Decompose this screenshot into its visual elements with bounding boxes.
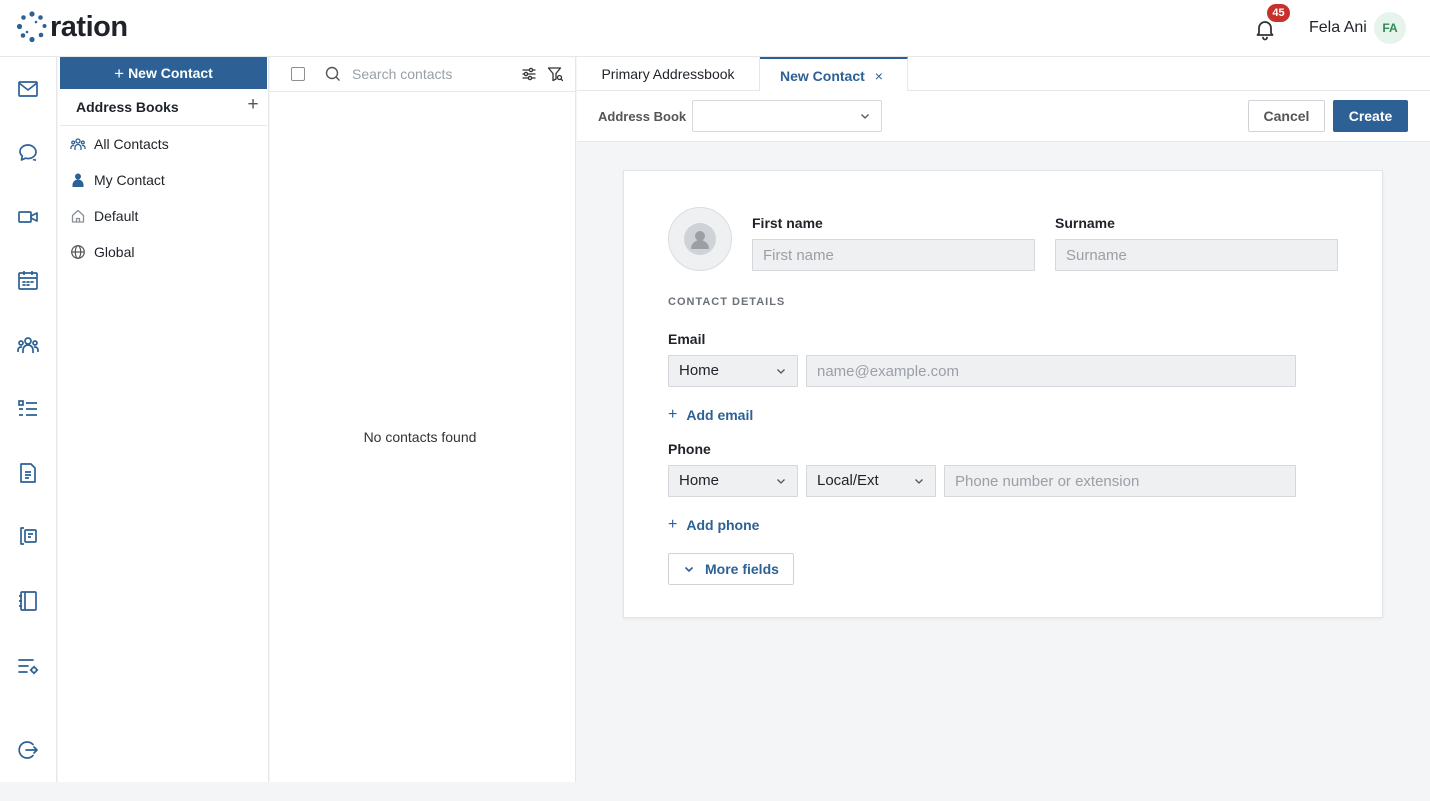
sliders-icon[interactable] bbox=[521, 66, 537, 82]
chevron-down-icon bbox=[777, 369, 785, 374]
app-rail bbox=[0, 57, 57, 782]
chevron-down-icon bbox=[861, 114, 869, 119]
address-book-item-global[interactable]: Global bbox=[60, 234, 267, 270]
phone-kind-value: Local/Ext bbox=[817, 472, 879, 489]
cancel-button[interactable]: Cancel bbox=[1248, 100, 1325, 132]
add-email-label: Add email bbox=[686, 407, 754, 423]
document-icon[interactable] bbox=[16, 461, 40, 485]
contacts-icon[interactable] bbox=[16, 333, 40, 357]
user-name[interactable]: Fela Ani bbox=[1309, 19, 1367, 37]
address-books-panel: + New Contact Address Books + All Contac… bbox=[58, 57, 269, 782]
calendar-icon[interactable] bbox=[16, 268, 40, 292]
search-icon bbox=[325, 66, 340, 81]
chevron-down-icon bbox=[684, 566, 694, 573]
empty-state-message: No contacts found bbox=[363, 429, 477, 445]
tasks-icon[interactable] bbox=[16, 397, 40, 421]
chevron-down-icon bbox=[777, 479, 785, 484]
address-book-item-all-contacts[interactable]: All Contacts bbox=[60, 126, 267, 162]
phone-kind-select[interactable]: Local/Ext bbox=[806, 465, 936, 497]
address-book-select-label: Address Book bbox=[598, 109, 687, 124]
more-fields-button[interactable]: More fields bbox=[668, 553, 794, 585]
contact-list-panel: No contacts found bbox=[270, 57, 576, 782]
chat-icon[interactable] bbox=[16, 141, 40, 165]
contact-list-toolbar bbox=[270, 57, 576, 92]
create-button[interactable]: Create bbox=[1333, 100, 1408, 132]
logout-icon[interactable] bbox=[16, 738, 40, 762]
add-email-link[interactable]: + Add email bbox=[668, 406, 753, 424]
email-field[interactable] bbox=[806, 355, 1296, 387]
globe-icon bbox=[71, 245, 85, 259]
address-books-heading: Address Books bbox=[76, 99, 179, 115]
add-phone-link[interactable]: + Add phone bbox=[668, 516, 759, 534]
close-icon[interactable]: × bbox=[875, 68, 883, 84]
address-book-label: My Contact bbox=[94, 172, 165, 188]
home-icon bbox=[71, 209, 85, 223]
new-contact-label: New Contact bbox=[128, 65, 213, 81]
phone-label: Phone bbox=[668, 441, 711, 457]
email-label: Email bbox=[668, 331, 706, 347]
surname-label: Surname bbox=[1055, 215, 1115, 231]
new-contact-button[interactable]: + New Contact bbox=[60, 57, 267, 89]
editor-toolbar: Address Book Cancel Create bbox=[577, 91, 1430, 142]
plus-icon: + bbox=[668, 406, 678, 423]
filter-icon[interactable] bbox=[547, 66, 563, 82]
email-type-value: Home bbox=[679, 362, 720, 379]
notification-badge: 45 bbox=[1267, 4, 1290, 22]
chevron-down-icon bbox=[915, 479, 923, 484]
address-book-item-my-contact[interactable]: My Contact bbox=[60, 162, 267, 198]
contact-form-card: First name Surname CONTACT DETAILS Email… bbox=[623, 170, 1383, 618]
tab-bar: Primary Addressbook New Contact × bbox=[577, 57, 1430, 92]
contact-editor-area: Primary Addressbook New Contact × Addres… bbox=[577, 57, 1430, 782]
add-address-book-icon[interactable]: + bbox=[244, 95, 262, 115]
phone-field[interactable] bbox=[944, 465, 1296, 497]
phone-type-select[interactable]: Home bbox=[668, 465, 798, 497]
sms-icon[interactable] bbox=[16, 524, 40, 548]
logo[interactable]: ration bbox=[16, 11, 128, 43]
first-name-label: First name bbox=[752, 215, 823, 231]
address-book-select[interactable] bbox=[692, 100, 882, 132]
notebook-icon[interactable] bbox=[16, 589, 40, 613]
plus-icon: + bbox=[114, 63, 125, 83]
tab-label: Primary Addressbook bbox=[601, 66, 735, 82]
address-book-label: All Contacts bbox=[94, 136, 169, 152]
first-name-field[interactable] bbox=[752, 239, 1035, 271]
contact-details-heading: CONTACT DETAILS bbox=[668, 296, 786, 308]
tab-primary-addressbook[interactable]: Primary Addressbook bbox=[577, 57, 760, 91]
search-input[interactable] bbox=[352, 63, 502, 85]
add-phone-label: Add phone bbox=[686, 517, 760, 533]
logo-mark-icon bbox=[16, 11, 47, 43]
address-book-item-default[interactable]: Default bbox=[60, 198, 267, 234]
person-placeholder-icon bbox=[684, 223, 716, 255]
settings-list-icon[interactable] bbox=[16, 654, 40, 678]
bottom-strip bbox=[0, 782, 1430, 801]
mail-icon[interactable] bbox=[16, 77, 40, 101]
person-icon bbox=[72, 173, 84, 187]
top-header: ration 45 Fela Ani FA bbox=[0, 0, 1430, 57]
contact-photo-placeholder[interactable] bbox=[668, 207, 732, 271]
more-fields-label: More fields bbox=[705, 561, 779, 577]
address-book-label: Default bbox=[94, 208, 139, 224]
video-icon[interactable] bbox=[16, 205, 40, 229]
tab-label: New Contact bbox=[780, 67, 865, 84]
people-icon bbox=[70, 138, 86, 150]
email-type-select[interactable]: Home bbox=[668, 355, 798, 387]
plus-icon: + bbox=[668, 516, 678, 533]
avatar[interactable]: FA bbox=[1374, 12, 1406, 44]
tab-new-contact[interactable]: New Contact × bbox=[760, 57, 908, 92]
address-book-label: Global bbox=[94, 244, 135, 260]
logo-text: ration bbox=[50, 11, 128, 43]
phone-type-value: Home bbox=[679, 472, 720, 489]
surname-field[interactable] bbox=[1055, 239, 1338, 271]
select-all-checkbox[interactable] bbox=[291, 67, 305, 81]
